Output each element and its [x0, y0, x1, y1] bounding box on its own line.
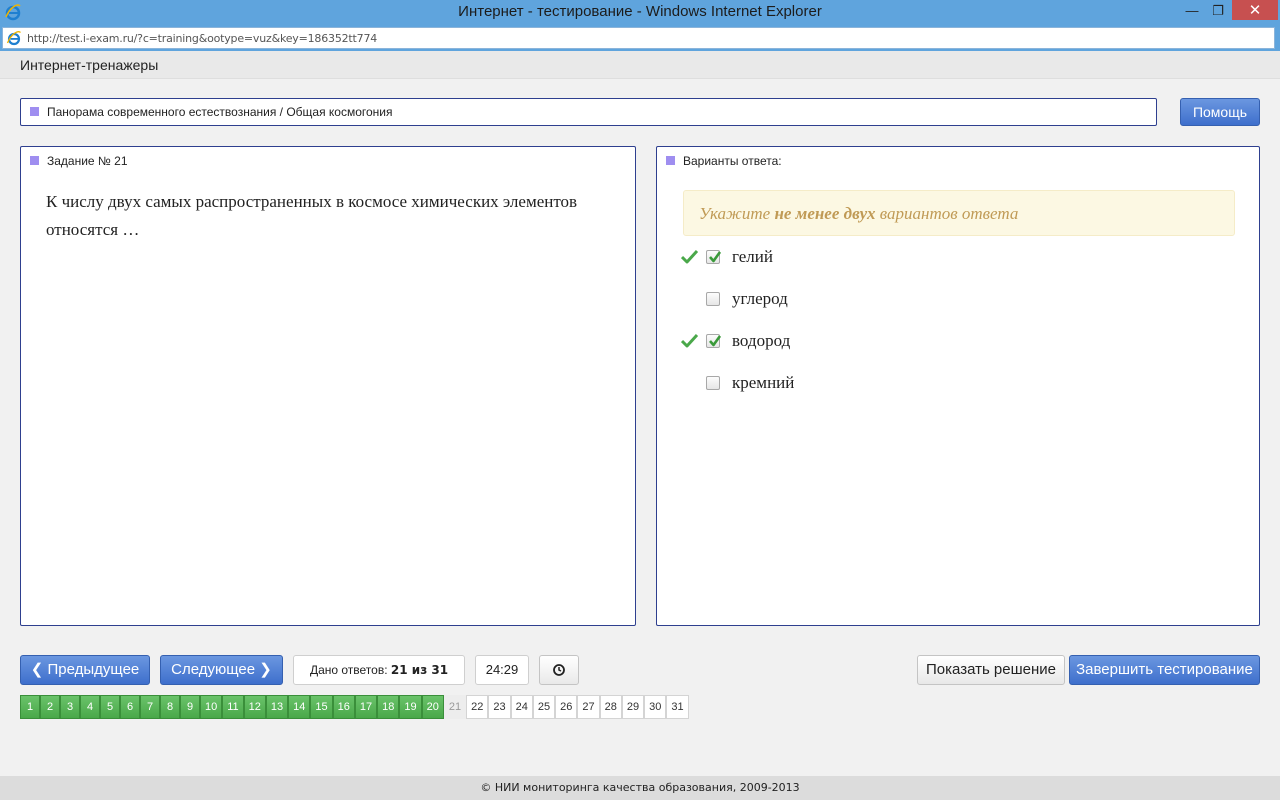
page-favicon-icon: [6, 31, 21, 46]
page-29[interactable]: 29: [621, 695, 645, 719]
previous-button[interactable]: ❮ Предыдущее: [20, 655, 150, 685]
answer-label: водород: [732, 331, 791, 350]
answer-checkbox[interactable]: [706, 376, 720, 390]
answer-option[interactable]: водород: [681, 331, 1081, 353]
question-text: К числу двух самых распространенных в ко…: [46, 192, 578, 239]
url-text: http://test.i-exam.ru/?c=training&ootype…: [27, 32, 378, 45]
page-23[interactable]: 23: [488, 695, 511, 719]
url-field[interactable]: http://test.i-exam.ru/?c=training&ootype…: [2, 27, 1275, 49]
chevron-right-icon: ❯: [259, 661, 272, 678]
page-22[interactable]: 22: [466, 695, 489, 719]
answers-panel: Варианты ответа: Укажите не менее двух в…: [656, 146, 1260, 626]
answer-hint: Укажите не менее двух вариантов ответа: [683, 190, 1235, 236]
answer-checkbox[interactable]: [706, 250, 722, 264]
footer-copyright: © НИИ мониторинга качества образования, …: [0, 776, 1280, 800]
show-solution-button[interactable]: Показать решение: [917, 655, 1065, 685]
question-title: Задание № 21: [47, 154, 128, 168]
page-2[interactable]: 2: [40, 695, 60, 719]
maximize-button[interactable]: ❐: [1206, 0, 1230, 21]
page-12[interactable]: 12: [243, 695, 266, 719]
answer-checkbox[interactable]: [706, 292, 720, 306]
square-marker-icon: [30, 107, 39, 116]
page-21[interactable]: 21: [443, 695, 467, 719]
chevron-left-icon: ❮: [30, 661, 44, 678]
page-15[interactable]: 15: [310, 695, 333, 719]
answer-checkbox[interactable]: [706, 334, 722, 348]
page-31[interactable]: 31: [666, 695, 689, 719]
answers-counter: Дано ответов: 21 из 31: [293, 655, 465, 685]
answer-option[interactable]: кремний: [681, 373, 1081, 395]
address-bar: http://test.i-exam.ru/?c=training&ootype…: [0, 25, 1280, 51]
close-button[interactable]: ✕: [1232, 0, 1278, 20]
page-28[interactable]: 28: [599, 695, 622, 719]
help-button[interactable]: Помощь: [1180, 98, 1260, 126]
hint-text: Укажите не менее двух вариантов ответа: [699, 204, 1019, 223]
page-6[interactable]: 6: [120, 695, 140, 719]
page-3[interactable]: 3: [60, 695, 80, 719]
page-9[interactable]: 9: [180, 695, 200, 719]
page-30[interactable]: 30: [644, 695, 667, 719]
page-16[interactable]: 16: [332, 695, 355, 719]
breadcrumb: Панорама современного естествознания / О…: [20, 98, 1157, 126]
question-panel: Задание № 21 К числу двух самых распрост…: [20, 146, 636, 626]
page-24[interactable]: 24: [510, 695, 533, 719]
clock-button[interactable]: [539, 655, 579, 685]
page-5[interactable]: 5: [100, 695, 120, 719]
checkmark-icon: [709, 335, 722, 347]
page-8[interactable]: 8: [160, 695, 180, 719]
finish-test-button[interactable]: Завершить тестирование: [1069, 655, 1260, 685]
page-20[interactable]: 20: [421, 695, 444, 719]
page-19[interactable]: 19: [399, 695, 422, 719]
page-4[interactable]: 4: [80, 695, 100, 719]
answer-option[interactable]: углерод: [681, 289, 1081, 311]
minimize-button[interactable]: —: [1180, 0, 1204, 21]
next-button[interactable]: Следующее ❯: [160, 655, 283, 685]
page-14[interactable]: 14: [288, 695, 311, 719]
clock-icon: [553, 664, 565, 676]
page-7[interactable]: 7: [140, 695, 160, 719]
page-17[interactable]: 17: [354, 695, 378, 719]
square-marker-icon: [30, 156, 39, 165]
window-title: Интернет - тестирование - Windows Intern…: [458, 3, 822, 20]
answer-option[interactable]: гелий: [681, 247, 1081, 269]
checkmark-icon: [709, 251, 722, 263]
page-18[interactable]: 18: [377, 695, 400, 719]
breadcrumb-text: Панорама современного естествознания / О…: [47, 105, 393, 119]
page-13[interactable]: 13: [265, 695, 289, 719]
square-marker-icon: [666, 156, 675, 165]
app-header: Интернет-тренажеры: [0, 51, 1280, 79]
page-11[interactable]: 11: [222, 695, 244, 719]
window-titlebar: Интернет - тестирование - Windows Intern…: [0, 0, 1280, 25]
page-1[interactable]: 1: [20, 695, 40, 719]
answer-label: углерод: [732, 289, 788, 308]
correct-check-icon: [681, 249, 698, 264]
page-10[interactable]: 10: [200, 695, 223, 719]
correct-check-icon: [681, 333, 698, 348]
answers-title: Варианты ответа:: [683, 154, 782, 168]
page-26[interactable]: 26: [555, 695, 578, 719]
page-27[interactable]: 27: [577, 695, 600, 719]
timer: 24:29: [475, 655, 529, 685]
page-25[interactable]: 25: [532, 695, 556, 719]
answer-label: гелий: [732, 247, 773, 266]
question-pager: 1 2 3 4 5 6 7 8 9 10 11 12 13 14 15 16 17 18 19 20 21 22 23 24 2…: [20, 695, 689, 719]
answer-label: кремний: [732, 373, 795, 392]
app-title: Интернет-тренажеры: [20, 57, 159, 73]
